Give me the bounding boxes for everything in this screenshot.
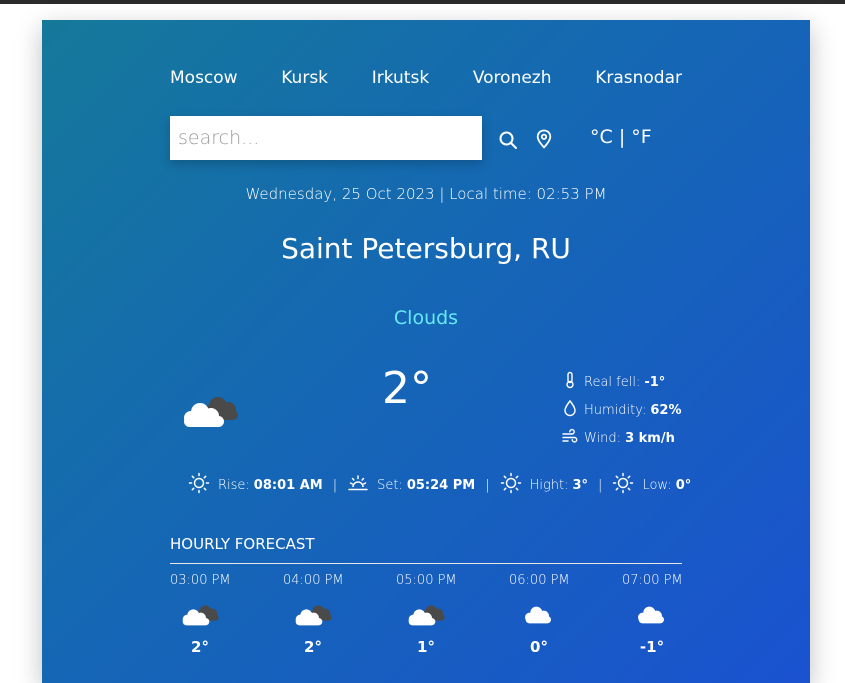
high-label: Hight: (529, 477, 569, 493)
hourly-temp: -1° (639, 638, 665, 656)
humidity-label: Humidity: (584, 402, 647, 418)
sunrise-label: Rise: (218, 477, 250, 493)
city-nav: Moscow Kursk Irkutsk Voronezh Krasnodar (170, 66, 682, 90)
hourly-time: 07:00 PM (622, 573, 683, 588)
low-label: Low: (642, 477, 672, 493)
unit-toggle: °C | °F (590, 126, 652, 148)
hourly-item: 03:00 PM 2° (170, 573, 231, 656)
city-button-kursk[interactable]: Kursk (281, 68, 328, 88)
broken-clouds-icon (283, 600, 343, 630)
separator: | (598, 477, 603, 493)
sun-icon (612, 472, 642, 498)
wind-row: Wind: 3 km/h (562, 424, 682, 452)
divider (170, 563, 682, 564)
high-value: 3° (572, 477, 589, 493)
wind-label: Wind: (584, 430, 622, 446)
sun-icon (188, 472, 218, 498)
hourly-item: 06:00 PM 0° (509, 573, 570, 656)
city-button-irkutsk[interactable]: Irkutsk (372, 68, 429, 88)
separator: | (485, 477, 490, 493)
cloud-icon (509, 600, 569, 630)
wind-value: 3 km/h (625, 430, 675, 446)
sunset-label: Set: (377, 477, 403, 493)
hourly-forecast: 03:00 PM 2° 04:00 PM 2° 05:00 PM 1° 06:0… (170, 573, 683, 683)
hourly-temp: 0° (530, 638, 548, 656)
weather-details: Real fell: -1° Humidity: 62% Wind: 3 km/… (562, 368, 682, 452)
hourly-time: 06:00 PM (509, 573, 570, 588)
feels-like-value: -1° (644, 374, 666, 390)
low-value: 0° (675, 477, 692, 493)
city-button-voronezh[interactable]: Voronezh (473, 68, 552, 88)
weather-card: Moscow Kursk Irkutsk Voronezh Krasnodar … (42, 20, 810, 683)
separator: | (332, 477, 338, 493)
top-bar (0, 0, 845, 4)
feels-like-label: Real fell: (584, 374, 641, 390)
hourly-item: 05:00 PM 1° (396, 573, 457, 656)
wind-icon (562, 427, 584, 449)
droplet-icon (562, 399, 584, 421)
hourly-time: 05:00 PM (396, 573, 457, 588)
sunrise-value: 08:01 AM (253, 477, 323, 493)
weather-condition: Clouds (393, 307, 459, 329)
humidity-value: 62% (650, 402, 682, 418)
sun-icon (500, 472, 530, 498)
feels-like-row: Real fell: -1° (562, 368, 682, 396)
broken-clouds-icon (180, 390, 240, 434)
unit-separator: | (618, 126, 626, 148)
celsius-button[interactable]: °C (590, 126, 613, 148)
humidity-row: Humidity: 62% (562, 396, 682, 424)
hourly-temp: 1° (417, 638, 435, 656)
current-temperature: 2° (382, 363, 432, 414)
search-icon[interactable] (498, 130, 518, 154)
broken-clouds-icon (396, 600, 456, 630)
fahrenheit-button[interactable]: °F (631, 126, 651, 148)
hourly-forecast-title: HOURLY FORECAST (170, 535, 315, 553)
sunset-value: 05:24 PM (406, 477, 476, 493)
city-button-moscow[interactable]: Moscow (170, 68, 238, 88)
hourly-time: 04:00 PM (283, 573, 344, 588)
hourly-item: 07:00 PM -1° (622, 573, 683, 656)
local-datetime: Wednesday, 25 Oct 2023 | Local time: 02:… (245, 185, 607, 203)
thermometer-icon (562, 371, 584, 393)
hourly-temp: 2° (304, 638, 322, 656)
location-pin-icon[interactable] (535, 129, 553, 153)
hourly-temp: 2° (191, 638, 209, 656)
sun-info-row: Rise: 08:01 AM | Set: 05:24 PM | Hight: … (188, 472, 692, 498)
city-button-krasnodar[interactable]: Krasnodar (595, 68, 682, 88)
location-title: Saint Petersburg, RU (281, 232, 571, 265)
cloud-icon (622, 600, 682, 630)
broken-clouds-icon (170, 600, 230, 630)
hourly-item: 04:00 PM 2° (283, 573, 344, 656)
search-input[interactable] (170, 116, 482, 160)
hourly-time: 03:00 PM (170, 573, 231, 588)
sunset-icon (347, 472, 377, 498)
